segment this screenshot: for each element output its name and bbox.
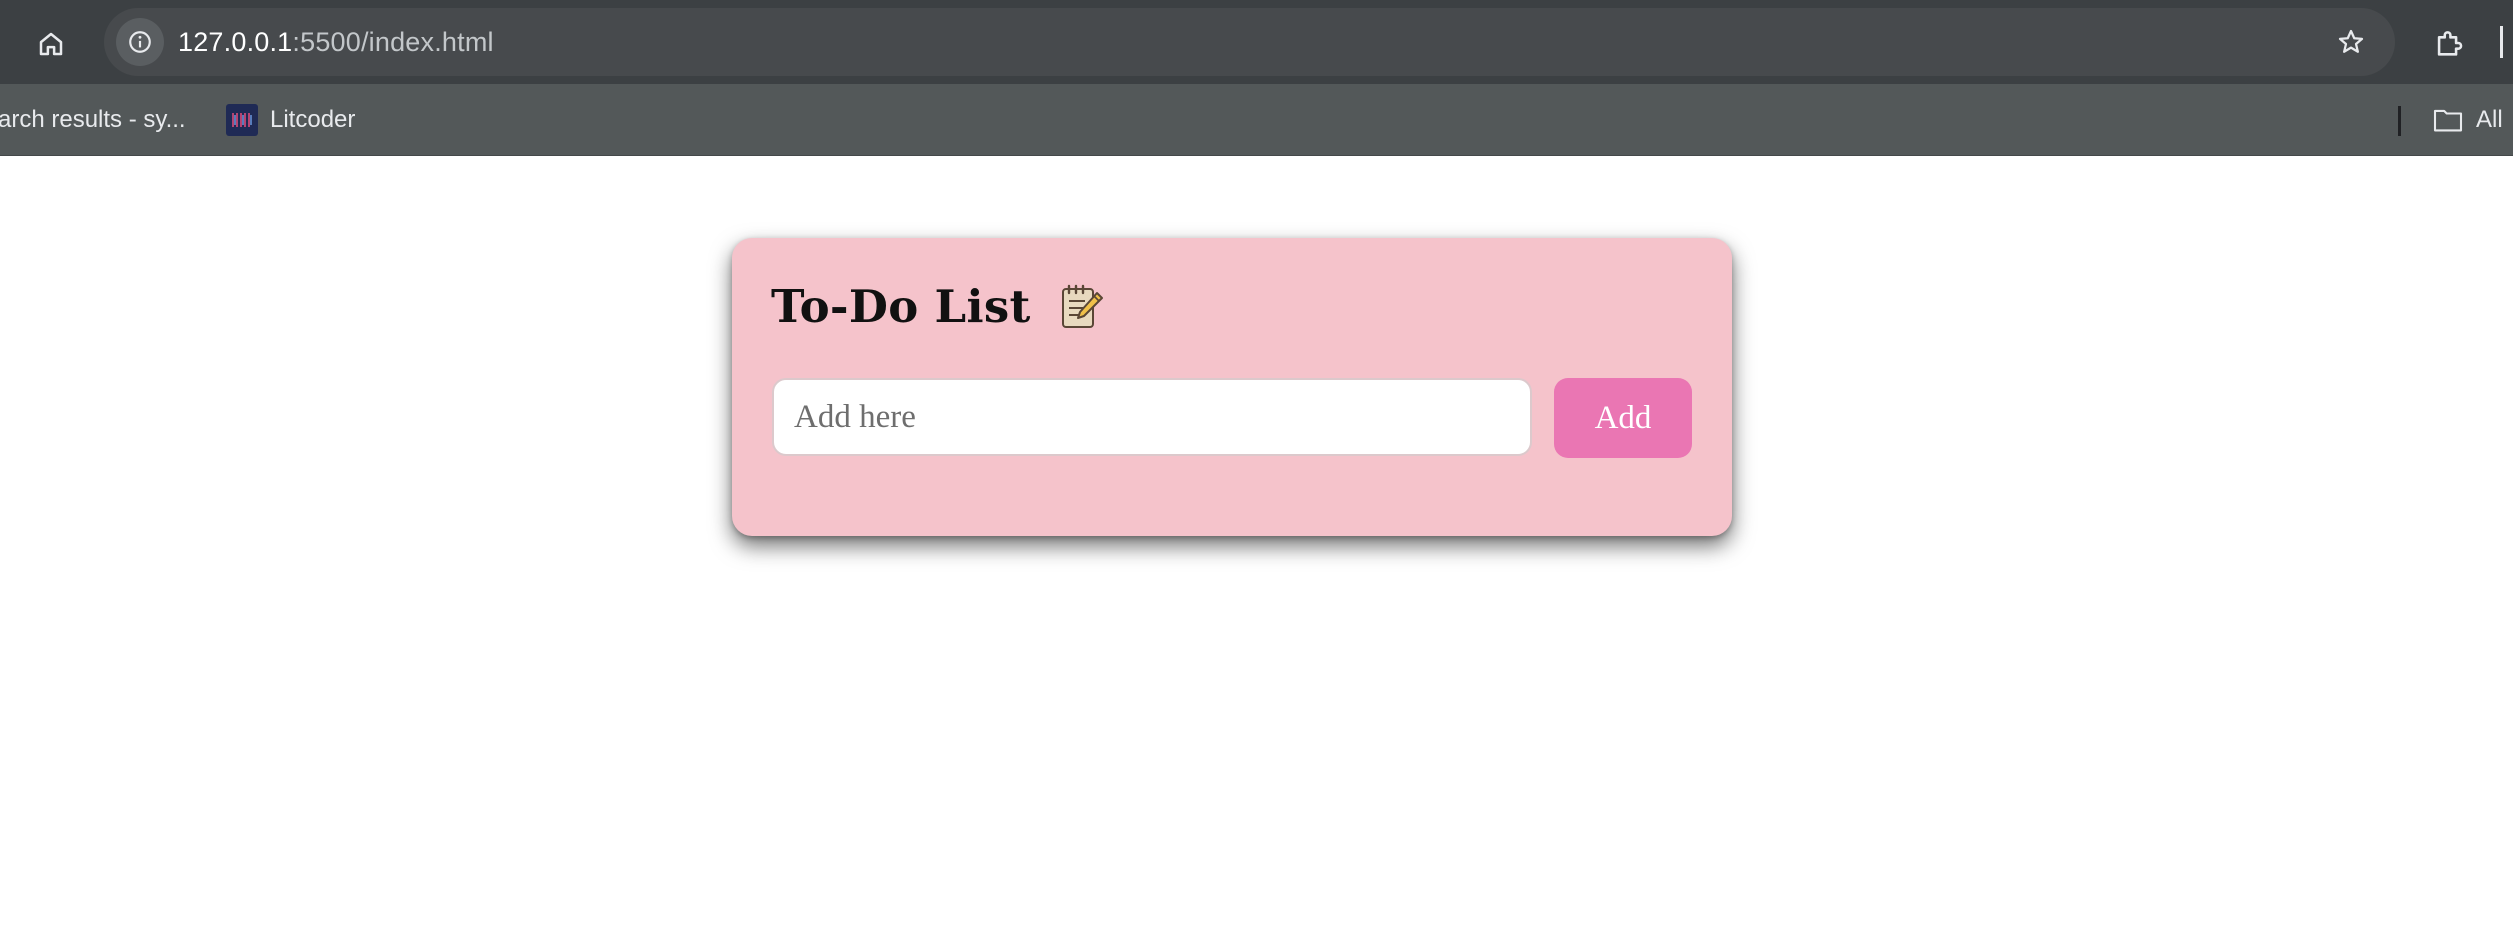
bookmark-search-results[interactable]: arch results - sy... (0, 84, 186, 156)
toolbar-edge-divider (2500, 26, 2503, 58)
star-icon (2338, 29, 2364, 53)
all-bookmarks-button[interactable]: All (2432, 84, 2503, 156)
todo-header: To-Do List (771, 280, 1105, 333)
browser-toolbar: 127.0.0.1:5500/index.html (0, 0, 2513, 84)
bookmark-star-button[interactable] (2331, 22, 2371, 62)
all-bookmarks-label: All (2476, 106, 2503, 133)
litcoder-favicon (226, 104, 258, 136)
folder-icon (2433, 109, 2463, 132)
notepad-icon (1061, 284, 1103, 328)
add-button[interactable]: Add (1554, 378, 1692, 458)
home-button[interactable] (28, 21, 74, 67)
page-title: To-Do List (771, 280, 1031, 333)
bookmark-label: Litcoder (270, 106, 356, 133)
extensions-button[interactable] (2426, 20, 2472, 66)
puzzle-icon (2437, 31, 2463, 56)
site-info-button[interactable] (116, 18, 164, 66)
address-bar[interactable]: 127.0.0.1:5500/index.html (104, 8, 2395, 76)
url-host: 127.0.0.1 (178, 27, 293, 57)
home-icon (39, 32, 63, 56)
bookmark-litcoder[interactable]: Litcoder (226, 84, 355, 156)
todo-input[interactable] (772, 378, 1532, 456)
url-path: :5500/index.html (292, 27, 494, 57)
info-icon (129, 31, 151, 53)
bookmarks-divider (2398, 106, 2401, 136)
bookmarks-bar: arch results - sy... Litcoder All (0, 84, 2513, 156)
todo-card: To-Do List Add (732, 238, 1732, 536)
url-text[interactable]: 127.0.0.1:5500/index.html (178, 8, 494, 76)
